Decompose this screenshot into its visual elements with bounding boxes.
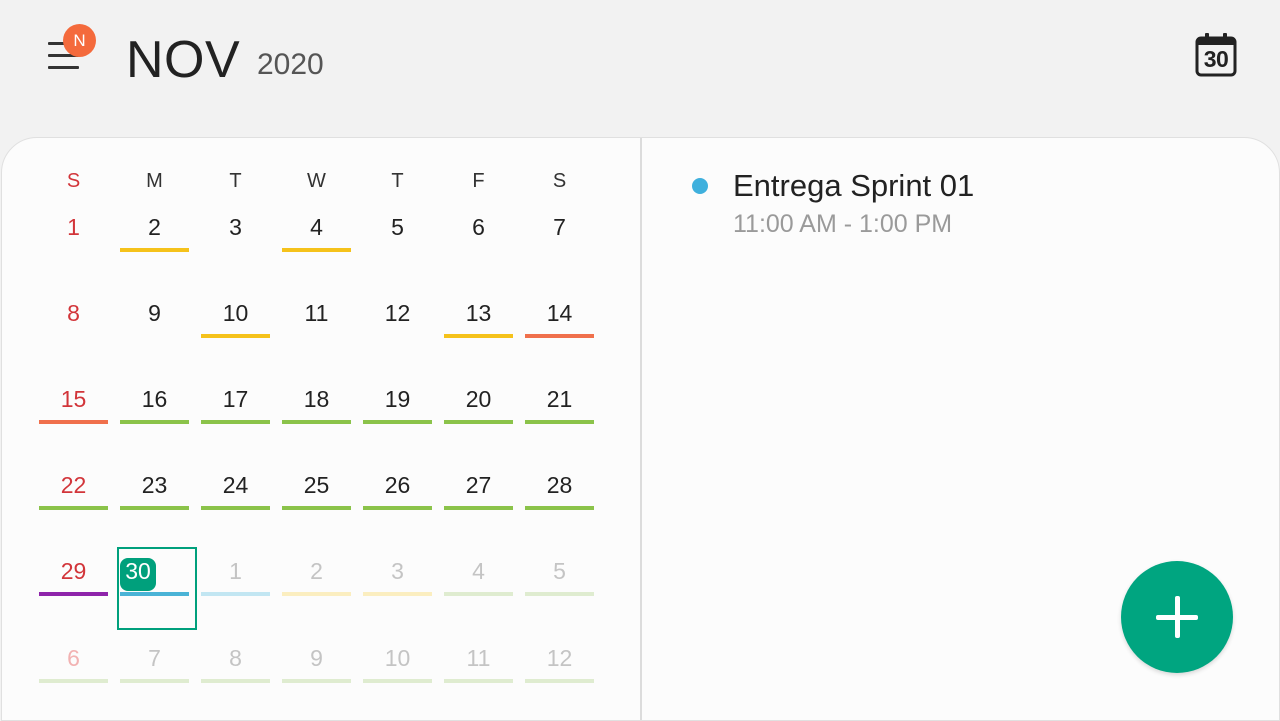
- day-cell[interactable]: 5: [363, 138, 432, 240]
- day-cell[interactable]: 4: [444, 482, 513, 596]
- day-number: 10: [384, 645, 411, 671]
- day-cell[interactable]: 27: [444, 396, 513, 510]
- day-cell[interactable]: 28: [525, 396, 594, 510]
- day-cell[interactable]: 13: [444, 224, 513, 338]
- calendar-panel: SMTWTFS 1 2 3 4 5 6 7 8 9 10 11 12 13 14 15 16 17 18 19 20 2…: [1, 137, 1280, 721]
- event-indicator-bar: [363, 679, 432, 683]
- day-cell[interactable]: 18: [282, 310, 351, 424]
- day-number: 11: [466, 645, 491, 671]
- day-cell[interactable]: 2: [282, 482, 351, 596]
- day-cell[interactable]: 11: [444, 569, 513, 683]
- day-cell[interactable]: 9: [282, 569, 351, 683]
- notification-badge: N: [63, 24, 96, 57]
- today-icon-day: 30: [1203, 46, 1229, 72]
- event-indicator-bar: [282, 679, 351, 683]
- day-cell[interactable]: 12: [525, 569, 594, 683]
- day-number: 9: [310, 645, 323, 671]
- day-number: 12: [546, 645, 573, 671]
- month-title[interactable]: NOV: [126, 30, 240, 90]
- day-number: 8: [229, 645, 242, 671]
- day-cell[interactable]: 22: [39, 396, 108, 510]
- day-cell[interactable]: 3: [201, 138, 270, 240]
- day-cell[interactable]: 1: [39, 138, 108, 240]
- hamburger-menu-icon-line: [48, 66, 79, 69]
- day-cell[interactable]: 2: [120, 138, 189, 252]
- event-indicator-bar: [444, 679, 513, 683]
- event-time: 11:00 AM - 1:00 PM: [733, 210, 953, 238]
- event-indicator-bar: [120, 679, 189, 683]
- event-title: Entrega Sprint 01: [733, 168, 975, 203]
- day-cell[interactable]: 14: [525, 224, 594, 338]
- day-cell[interactable]: 20: [444, 310, 513, 424]
- day-cell[interactable]: 26: [363, 396, 432, 510]
- selected-day-frame: [117, 547, 197, 630]
- day-cell[interactable]: 23: [120, 396, 189, 510]
- event-indicator-bar: [525, 679, 594, 683]
- day-cell[interactable]: 25: [282, 396, 351, 510]
- day-cell[interactable]: 8: [39, 224, 108, 326]
- day-cell[interactable]: 19: [363, 310, 432, 424]
- day-cell[interactable]: 11: [282, 224, 351, 326]
- day-number: 6: [67, 645, 80, 671]
- today-button[interactable]: 30: [1194, 32, 1238, 78]
- panel-divider: [640, 138, 642, 720]
- day-cell[interactable]: 10: [363, 569, 432, 683]
- event-indicator-bar: [201, 679, 270, 683]
- year-label: 2020: [257, 48, 324, 81]
- day-cell[interactable]: 8: [201, 569, 270, 683]
- day-cell[interactable]: 17: [201, 310, 270, 424]
- day-cell[interactable]: 24: [201, 396, 270, 510]
- day-cell[interactable]: 4: [282, 138, 351, 252]
- day-cell[interactable]: 5: [525, 482, 594, 596]
- day-cell[interactable]: 6: [444, 138, 513, 240]
- menu-button[interactable]: N: [44, 24, 96, 78]
- event-indicator-bar: [39, 679, 108, 683]
- day-number: 7: [148, 645, 161, 671]
- add-event-button[interactable]: [1121, 561, 1233, 673]
- day-cell[interactable]: 12: [363, 224, 432, 326]
- day-cell[interactable]: 1: [201, 482, 270, 596]
- day-cell[interactable]: 10: [201, 224, 270, 338]
- day-cell[interactable]: 15: [39, 310, 108, 424]
- day-cell[interactable]: 21: [525, 310, 594, 424]
- day-cell[interactable]: 3: [363, 482, 432, 596]
- day-cell[interactable]: 7: [525, 138, 594, 240]
- day-cell[interactable]: 29: [39, 482, 108, 596]
- plus-icon-vertical: [1175, 596, 1180, 638]
- day-cell[interactable]: 6: [39, 569, 108, 683]
- day-cell[interactable]: 9: [120, 224, 189, 326]
- day-cell[interactable]: 16: [120, 310, 189, 424]
- event-color-dot: [692, 178, 708, 194]
